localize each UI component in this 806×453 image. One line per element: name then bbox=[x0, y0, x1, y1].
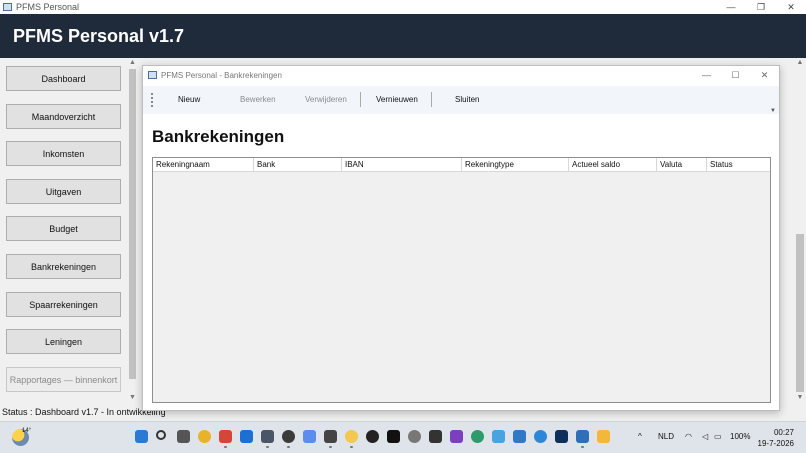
toolbar: Nieuw Bewerken Verwijderen Vernieuwen Sl… bbox=[143, 86, 779, 114]
task-view-icon[interactable] bbox=[177, 430, 190, 443]
outlook-icon[interactable] bbox=[240, 430, 253, 443]
sidebar-item-dashboard[interactable]: Dashboard bbox=[6, 66, 121, 91]
scroll-up-icon[interactable]: ▲ bbox=[127, 58, 138, 68]
battery-icon[interactable]: ▭ bbox=[714, 432, 722, 441]
terminal-icon[interactable] bbox=[429, 430, 442, 443]
search-icon[interactable] bbox=[156, 430, 166, 440]
sidebar-scrollbar[interactable]: ▲ ▼ bbox=[127, 58, 138, 403]
minimize-button[interactable]: — bbox=[716, 0, 746, 14]
calculator-icon[interactable] bbox=[492, 430, 505, 443]
gmail-icon[interactable] bbox=[219, 430, 232, 448]
battery-percent: 100% bbox=[730, 432, 751, 441]
delete-button: Verwijderen bbox=[305, 95, 347, 104]
close-button[interactable]: ✕ bbox=[776, 0, 806, 14]
child-window-title: PFMS Personal - Bankrekeningen bbox=[161, 70, 282, 80]
sidebar-item-bankrekeningen[interactable]: Bankrekeningen bbox=[6, 254, 121, 279]
maximize-button[interactable]: ❐ bbox=[746, 0, 776, 14]
edge-icon[interactable] bbox=[471, 430, 484, 443]
scroll-down-icon[interactable]: ▼ bbox=[127, 393, 138, 403]
toolbar-overflow-icon[interactable]: ▼ bbox=[770, 108, 776, 114]
close-window-button[interactable]: Sluiten bbox=[455, 95, 479, 104]
child-close-button[interactable]: ✕ bbox=[750, 66, 779, 84]
app-icon bbox=[3, 3, 12, 11]
scroll-down-icon[interactable]: ▼ bbox=[794, 393, 806, 403]
page-title: Bankrekeningen bbox=[152, 127, 285, 146]
main-scrollbar[interactable]: ▲ ▼ bbox=[794, 58, 806, 403]
taskbar-clock[interactable]: 00:27 19-7-2026 bbox=[758, 427, 794, 449]
edit-button: Bewerken bbox=[240, 95, 276, 104]
column-header-rekeningnaam[interactable]: Rekeningnaam bbox=[153, 158, 254, 172]
scroll-up-icon[interactable]: ▲ bbox=[794, 58, 806, 68]
app-header: PFMS Personal v1.7 bbox=[0, 14, 806, 58]
toolbar-grip-icon[interactable] bbox=[151, 93, 153, 107]
child-maximize-button[interactable]: ☐ bbox=[721, 66, 750, 84]
toolbar-separator bbox=[431, 92, 432, 107]
app-titlebar: PFMS Personal — ❐ ✕ bbox=[0, 0, 806, 14]
app-icon[interactable] bbox=[555, 430, 568, 443]
column-header-valuta[interactable]: Valuta bbox=[657, 158, 707, 172]
column-header-actueel-saldo[interactable]: Actueel saldo bbox=[569, 158, 657, 172]
sidebar-scroll-thumb[interactable] bbox=[129, 69, 136, 379]
sidebar: Dashboard Maandoverzicht Inkomsten Uitga… bbox=[0, 58, 127, 403]
sidebar-item-budget[interactable]: Budget bbox=[6, 216, 121, 241]
weather-temperature: 14° bbox=[22, 428, 32, 434]
sidebar-item-inkomsten[interactable]: Inkomsten bbox=[6, 141, 121, 166]
app-icon[interactable] bbox=[408, 430, 421, 443]
sidebar-item-rapportages: Rapportages — binnenkort bbox=[6, 367, 121, 392]
app-icon[interactable] bbox=[324, 430, 337, 448]
chatgpt-icon[interactable] bbox=[282, 430, 295, 448]
table-header: Rekeningnaam Bank IBAN Rekeningtype Actu… bbox=[153, 158, 770, 172]
gemini-icon[interactable] bbox=[303, 430, 316, 443]
onedrive-icon[interactable] bbox=[534, 430, 547, 443]
sidebar-item-maandoverzicht[interactable]: Maandoverzicht bbox=[6, 104, 121, 129]
column-header-iban[interactable]: IBAN bbox=[342, 158, 462, 172]
taskbar: 14° ^ NLD ◠ ◁ ▭ 100% 00:27 19-7-2026 bbox=[0, 421, 806, 453]
volume-icon[interactable]: ◁ bbox=[702, 432, 708, 441]
column-header-rekeningtype[interactable]: Rekeningtype bbox=[462, 158, 569, 172]
refresh-button[interactable]: Vernieuwen bbox=[376, 95, 418, 104]
chrome-icon[interactable] bbox=[198, 430, 211, 443]
app-header-title: PFMS Personal v1.7 bbox=[13, 26, 185, 46]
pfms-app-icon[interactable] bbox=[261, 430, 274, 448]
app-icon[interactable] bbox=[387, 430, 400, 443]
column-header-bank[interactable]: Bank bbox=[254, 158, 342, 172]
column-header-status[interactable]: Status bbox=[707, 158, 770, 172]
wifi-icon[interactable]: ◠ bbox=[685, 432, 692, 441]
file-explorer-icon[interactable] bbox=[597, 430, 610, 443]
bankrekeningen-window: PFMS Personal - Bankrekeningen — ☐ ✕ Nie… bbox=[142, 65, 780, 411]
child-titlebar: PFMS Personal - Bankrekeningen — ☐ ✕ bbox=[143, 66, 779, 84]
child-minimize-button[interactable]: — bbox=[692, 66, 721, 84]
sidebar-item-leningen[interactable]: Leningen bbox=[6, 329, 121, 354]
github-icon[interactable] bbox=[366, 430, 379, 443]
bulb-icon[interactable] bbox=[345, 430, 358, 448]
app-window-title: PFMS Personal bbox=[16, 2, 80, 12]
new-button[interactable]: Nieuw bbox=[178, 95, 200, 104]
main-scroll-thumb[interactable] bbox=[796, 234, 804, 392]
language-indicator[interactable]: NLD bbox=[658, 432, 674, 441]
sidebar-item-uitgaven[interactable]: Uitgaven bbox=[6, 179, 121, 204]
clock-date: 19-7-2026 bbox=[757, 439, 794, 448]
sidebar-item-spaarrekeningen[interactable]: Spaarrekeningen bbox=[6, 292, 121, 317]
child-app-icon bbox=[148, 71, 157, 79]
toolbar-separator bbox=[360, 92, 361, 107]
start-icon[interactable] bbox=[135, 430, 148, 443]
clock-time: 00:27 bbox=[773, 428, 794, 437]
app-icon[interactable] bbox=[576, 430, 589, 448]
visual-studio-icon[interactable] bbox=[450, 430, 463, 443]
tray-overflow-icon[interactable]: ^ bbox=[638, 432, 642, 441]
photos-icon[interactable] bbox=[513, 430, 526, 443]
accounts-table[interactable]: Rekeningnaam Bank IBAN Rekeningtype Actu… bbox=[152, 157, 771, 403]
